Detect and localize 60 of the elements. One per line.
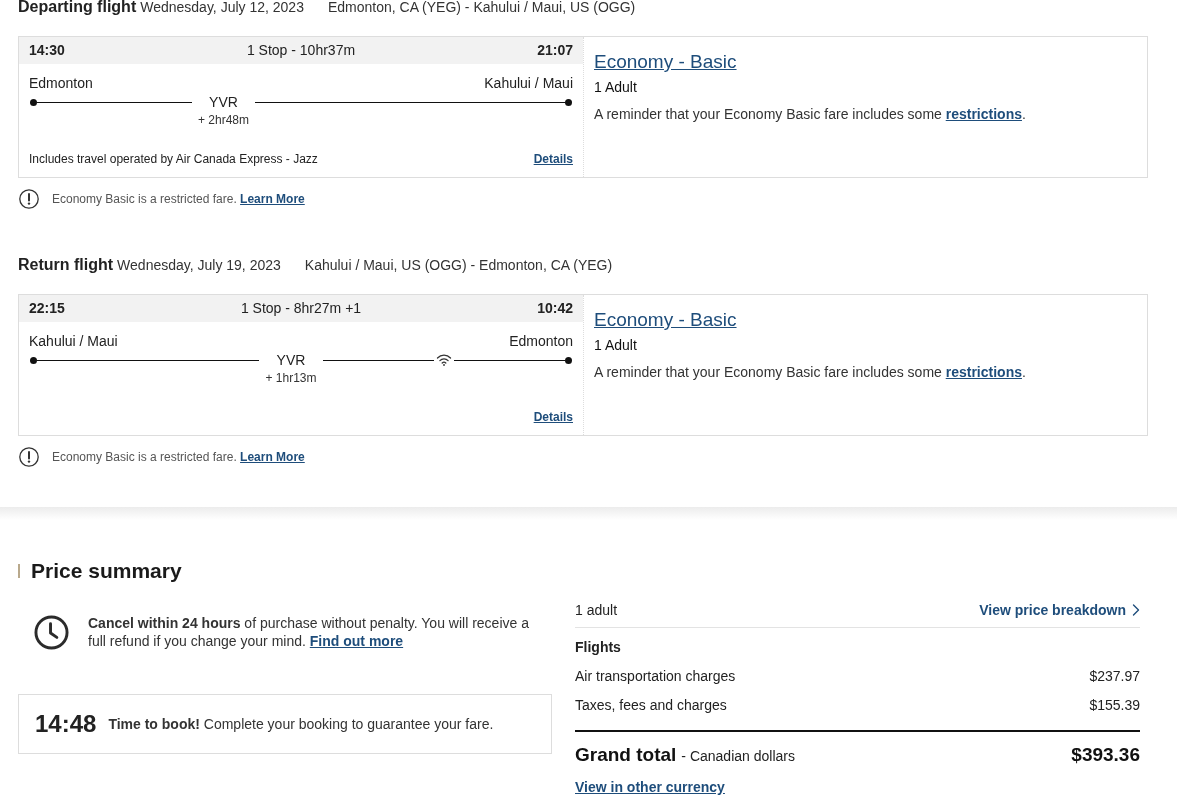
departure-time: 14:30 bbox=[29, 41, 65, 60]
heading-accent-bar bbox=[18, 564, 20, 578]
charge-label: Taxes, fees and charges bbox=[575, 696, 727, 714]
restrictions-link[interactable]: restrictions bbox=[945, 364, 1022, 380]
restrictions-link[interactable]: restrictions bbox=[945, 106, 1022, 122]
price-group-heading: Flights bbox=[575, 638, 621, 656]
origin-city: Kahului / Maui bbox=[29, 332, 118, 350]
details-link[interactable]: Details bbox=[533, 151, 573, 167]
route-endpoint-icon bbox=[30, 357, 37, 364]
learn-more-link[interactable]: Learn More bbox=[240, 450, 305, 464]
alert-icon bbox=[19, 447, 39, 467]
charge-amount: $237.97 bbox=[1089, 667, 1140, 685]
learn-more-link[interactable]: Learn More bbox=[240, 192, 305, 206]
timer-message: Time to book! Complete your booking to guarantee your fare. bbox=[108, 714, 494, 734]
section-heading: Price summary bbox=[31, 559, 182, 583]
fare-reminder: A reminder that your Economy Basic fare includes some restrictions. bbox=[594, 363, 1026, 381]
grand-total-amount: $393.36 bbox=[1071, 743, 1140, 767]
flight-date: Wednesday, July 19, 2023 bbox=[117, 256, 281, 274]
flight-route: Edmonton, CA (YEG) - Kahului / Maui, US (OGG) bbox=[327, 0, 636, 16]
flight-route: Kahului / Maui, US (OGG) - Edmonton, CA (YEG) bbox=[304, 256, 613, 274]
details-link[interactable]: Details bbox=[533, 409, 573, 425]
departure-time: 22:15 bbox=[29, 299, 65, 318]
flight-heading: Return flight bbox=[18, 256, 114, 274]
countdown-timer: 14:48 bbox=[35, 710, 97, 738]
fare-cabin-link[interactable]: Economy - Basic bbox=[594, 51, 737, 73]
grand-total-label: Grand total bbox=[575, 743, 677, 767]
operator-note: Includes travel operated by Air Canada Express - Jazz bbox=[29, 151, 318, 167]
flight-heading: Departing flight bbox=[18, 0, 137, 16]
charge-label: Air transportation charges bbox=[575, 667, 736, 685]
passenger-count: 1 Adult bbox=[594, 78, 637, 96]
charge-amount: $155.39 bbox=[1089, 696, 1140, 714]
trip-summary: 1 Stop - 10hr37m bbox=[246, 41, 356, 60]
arrival-time: 21:07 bbox=[537, 41, 573, 60]
layover-duration: + 1hr13m bbox=[265, 370, 317, 386]
stop-code: YVR bbox=[276, 352, 306, 369]
route-endpoint-icon bbox=[565, 99, 572, 106]
fare-cabin-link[interactable]: Economy - Basic bbox=[594, 309, 737, 331]
trip-summary: 1 Stop - 8hr27m +1 bbox=[240, 299, 362, 318]
chevron-right-icon bbox=[1132, 604, 1140, 616]
destination-city: Kahului / Maui bbox=[484, 74, 573, 92]
price-breakdown-link[interactable]: View price breakdown bbox=[979, 601, 1140, 619]
stop-code: YVR bbox=[209, 94, 238, 111]
route-endpoint-icon bbox=[30, 99, 37, 106]
layover-duration: + 2hr48m bbox=[198, 112, 249, 128]
destination-city: Edmonton bbox=[509, 332, 573, 350]
other-currency-link[interactable]: View in other currency bbox=[575, 778, 725, 796]
flight-date: Wednesday, July 12, 2023 bbox=[140, 0, 304, 16]
currency-note: - Canadian dollars bbox=[681, 747, 795, 765]
fare-reminder: A reminder that your Economy Basic fare includes some restrictions. bbox=[594, 105, 1026, 123]
fare-notice: Economy Basic is a restricted fare. Learn More bbox=[52, 191, 305, 207]
clock-icon bbox=[34, 615, 69, 650]
cancel-policy-text: Cancel within 24 hours of purchase without penalty. You will receive a full refund if you change your mind. Find out more bbox=[88, 614, 530, 650]
arrival-time: 10:42 bbox=[537, 299, 573, 318]
origin-city: Edmonton bbox=[29, 74, 93, 92]
alert-icon bbox=[19, 189, 39, 209]
route-endpoint-icon bbox=[565, 357, 572, 364]
passenger-summary: 1 adult bbox=[575, 601, 618, 619]
find-out-more-link[interactable]: Find out more bbox=[309, 633, 404, 649]
passenger-count: 1 Adult bbox=[594, 336, 637, 354]
fare-notice: Economy Basic is a restricted fare. Learn More bbox=[52, 449, 305, 465]
